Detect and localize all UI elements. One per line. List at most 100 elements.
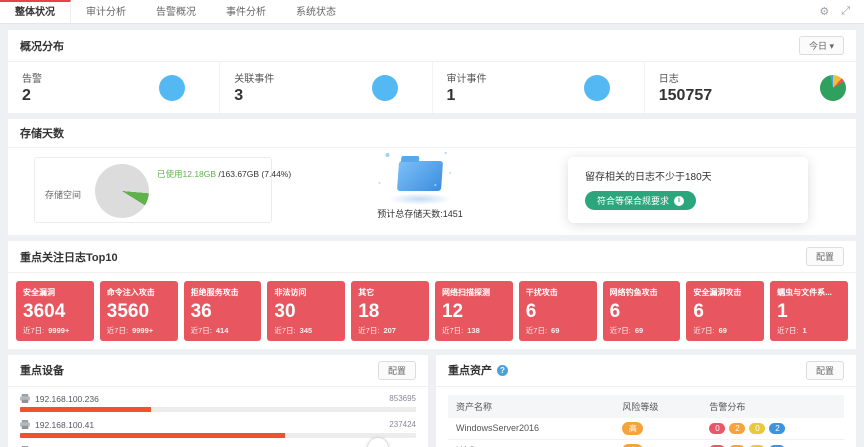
stat-label: 日志 [659, 70, 712, 85]
assets-table-header-row: 资产名称风险等级告警分布 [448, 395, 844, 418]
top-logs-title: 重点关注日志Top10 [20, 249, 118, 265]
help-icon[interactable]: ? [497, 365, 508, 376]
log-card-recent: 近7日:138 [442, 325, 506, 336]
device-printer-icon [20, 420, 30, 429]
stat-text: 告警 2 [22, 70, 42, 105]
log-card-value: 1 [777, 302, 841, 322]
top-tab-bar: 整体状况审计分析告警概况事件分析系统状态 ⚙ ⤢ [0, 0, 864, 24]
tab-list: 整体状况审计分析告警概况事件分析系统状态 [0, 0, 351, 23]
stat-label: 关联事件 [234, 70, 274, 85]
log-card-recent: 近7日:1 [777, 325, 841, 336]
storage-pie-chart [95, 164, 149, 218]
compliance-badge-label: 符合等保合规要求 [597, 194, 669, 207]
stat-label: 审计事件 [447, 70, 487, 85]
assets-title: 重点资产 ? [448, 362, 508, 378]
storage-title: 存储天数 [20, 125, 64, 141]
tab-item-0[interactable]: 整体状况 [0, 0, 71, 23]
assets-header: 重点资产 ? 配置 [436, 355, 856, 387]
stat-value: 3 [234, 87, 274, 105]
stat-card: 审计事件 1 [433, 62, 645, 113]
device-value: 853695 [389, 394, 416, 403]
log-card[interactable]: 安全漏洞攻击 6 近7日:69 [686, 281, 764, 341]
log-card-recent: 近7日:69 [610, 325, 674, 336]
log-card[interactable]: 安全漏洞 3604 近7日:9999+ [16, 281, 94, 341]
log-card-recent: 近7日:207 [358, 325, 422, 336]
stat-circle-icon [584, 75, 610, 101]
fullscreen-expand-icon[interactable]: ⤢ [841, 5, 850, 18]
log-card-value: 30 [274, 302, 338, 322]
log-card[interactable]: 网络钓鱼攻击 6 近7日:69 [603, 281, 681, 341]
device-ip-wrap: 192.168.100.236 [20, 394, 99, 404]
log-card[interactable]: 其它 18 近7日:207 [351, 281, 429, 341]
storage-usage-text: 已使用12.18GB /163.67GB (7.44%) [157, 168, 291, 180]
log-card-name: 蠕虫与文件系... [777, 287, 841, 298]
assets-table: 资产名称风险等级告警分布 WindowsServer2016 高 0202 UA… [448, 395, 844, 447]
log-card[interactable]: 非法访问 30 近7日:345 [267, 281, 345, 341]
overview-section: 概况分布 今日 ▾ 告警 2 关联事件 3 审计事件 1 日志 150757 [8, 30, 856, 113]
alert-count-badge: 0 [709, 423, 725, 434]
assets-column-header: 资产名称 [448, 395, 614, 418]
assets-panel: 重点资产 ? 配置 资产名称风险等级告警分布 WindowsServer2016… [436, 355, 856, 447]
log-card-recent: 近7日:69 [526, 325, 590, 336]
log-card-value: 6 [526, 302, 590, 322]
period-dropdown[interactable]: 今日 ▾ [799, 36, 844, 55]
log-card-recent: 近7日:414 [191, 325, 255, 336]
storage-space-box: 存储空间 已使用12.18GB /163.67GB (7.44%) [34, 157, 272, 223]
device-row-top: 192.168.100.236 853695 [20, 394, 416, 404]
device-ip-wrap: 192.168.100.41 [20, 420, 94, 430]
storage-used-value: 已使用12.18GB [157, 169, 216, 179]
tab-item-1[interactable]: 审计分析 [71, 0, 141, 23]
log-card-recent: 近7日:9999+ [23, 325, 87, 336]
device-ip: 192.168.100.236 [35, 394, 99, 404]
tab-item-4[interactable]: 系统状态 [281, 0, 351, 23]
log-card[interactable]: 命令注入攻击 3560 近7日:9999+ [100, 281, 178, 341]
log-card-name: 网络钓鱼攻击 [610, 287, 674, 298]
caret-down-icon: ▾ [829, 41, 834, 51]
log-card[interactable]: 蠕虫与文件系... 1 近7日:1 [770, 281, 848, 341]
device-bar-fill [20, 433, 285, 438]
top-logs-config-button[interactable]: 配置 [806, 247, 844, 266]
log-card-name: 其它 [358, 287, 422, 298]
stat-value: 150757 [659, 87, 712, 105]
stat-text: 审计事件 1 [447, 70, 487, 105]
assets-table-body: WindowsServer2016 高 0202 UAC 高 0200 cent… [448, 418, 844, 447]
info-icon: i [674, 196, 684, 206]
devices-config-button[interactable]: 配置 [378, 361, 416, 380]
log-card[interactable]: 拒绝服务攻击 36 近7日:414 [184, 281, 262, 341]
assets-config-button[interactable]: 配置 [806, 361, 844, 380]
log-card[interactable]: 干扰攻击 6 近7日:69 [519, 281, 597, 341]
device-bar-fill [20, 407, 151, 412]
asset-name: WindowsServer2016 [448, 418, 614, 440]
storage-days-text: 预计总存储天数:1451 [377, 207, 463, 220]
top-logs-section: 重点关注日志Top10 配置 安全漏洞 3604 近7日:9999+ 命令注入攻… [8, 241, 856, 349]
alert-distribution-badges: 0202 [709, 423, 836, 434]
period-label: 今日 [809, 41, 827, 51]
log-card-name: 非法访问 [274, 287, 338, 298]
compliance-badge-button[interactable]: 符合等保合规要求 i [585, 191, 696, 210]
assets-column-header: 风险等级 [614, 395, 701, 418]
device-row[interactable]: 192.168.100.41 237424 [20, 420, 416, 438]
device-list: 192.168.100.236 853695 192.168.100.41 23… [8, 387, 428, 447]
settings-gear-icon[interactable]: ⚙ [819, 5, 829, 18]
log-card-value: 18 [358, 302, 422, 322]
top-logs-header: 重点关注日志Top10 配置 [8, 241, 856, 273]
assets-title-text: 重点资产 [448, 362, 492, 378]
log-card-name: 干扰攻击 [526, 287, 590, 298]
device-row-top: 192.168.100.41 237424 [20, 420, 416, 430]
device-ip: 192.168.100.41 [35, 420, 94, 430]
stat-card: 关联事件 3 [220, 62, 432, 113]
storage-total-value: /163.67GB (7.44%) [216, 169, 291, 179]
tab-item-2[interactable]: 告警概况 [141, 0, 211, 23]
assets-column-header: 告警分布 [701, 395, 844, 418]
asset-row[interactable]: UAC 高 0200 [448, 439, 844, 447]
bottom-panels: 重点设备 配置 192.168.100.236 853695 192.168.1… [8, 355, 856, 447]
alert-count-badge: 2 [729, 423, 745, 434]
tab-item-3[interactable]: 事件分析 [211, 0, 281, 23]
device-printer-icon [20, 394, 30, 403]
devices-panel: 重点设备 配置 192.168.100.236 853695 192.168.1… [8, 355, 428, 447]
device-row[interactable]: 192.168.100.236 853695 [20, 394, 416, 412]
log-card[interactable]: 网络扫描探测 12 近7日:138 [435, 281, 513, 341]
storage-body: 存储空间 已使用12.18GB /163.67GB (7.44%) 预计总存储天… [8, 148, 856, 235]
stat-text: 关联事件 3 [234, 70, 274, 105]
asset-row[interactable]: WindowsServer2016 高 0202 [448, 418, 844, 440]
